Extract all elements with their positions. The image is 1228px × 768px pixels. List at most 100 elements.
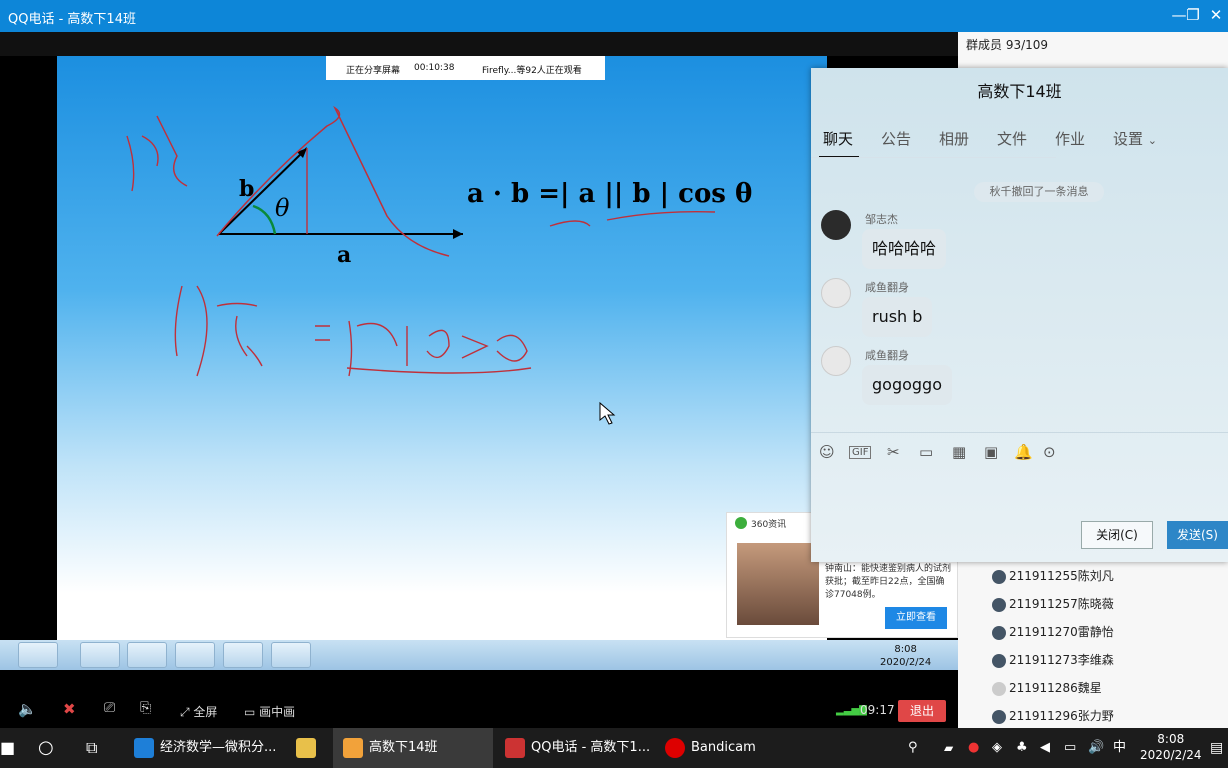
explorer-icon[interactable] xyxy=(296,728,322,768)
clock-time: 8:08 xyxy=(1157,732,1185,746)
member-item[interactable]: 211911286魏星 xyxy=(992,679,1102,696)
clock-date: 2020/2/24 xyxy=(1140,748,1202,762)
member-name: 211911286魏星 xyxy=(1009,681,1102,695)
system-message: 秋千撤回了一条消息 xyxy=(974,182,1104,202)
news-logo-icon xyxy=(735,517,747,529)
tab-divider xyxy=(811,157,1056,158)
start-icon[interactable]: ■ xyxy=(0,728,15,768)
tab-files[interactable]: 文件 xyxy=(997,128,1027,149)
more-icon[interactable]: ⊙ xyxy=(1043,443,1056,461)
tab-settings-label: 设置 xyxy=(1113,130,1144,148)
remote-app-icon xyxy=(271,642,311,668)
speaker-icon[interactable]: 🔈 xyxy=(18,700,37,718)
gif-icon[interactable]: GIF xyxy=(849,446,872,459)
share-timer: 00:10:38 xyxy=(414,63,455,73)
search-icon[interactable]: ○ xyxy=(38,728,54,768)
member-item[interactable]: 211911273李维森 xyxy=(992,651,1114,668)
member-name: 211911257陈晓薇 xyxy=(1009,597,1114,611)
quit-button[interactable]: 退出 xyxy=(898,700,946,722)
chat-title: 高数下14班 xyxy=(977,82,1062,101)
avatar[interactable] xyxy=(821,346,851,376)
svg-text:a: a xyxy=(337,242,351,268)
close-button[interactable]: 关闭(C) xyxy=(1081,521,1153,549)
taskbar-item-edge[interactable]: 经济数学—微积分... xyxy=(134,728,276,768)
tray-shield-icon[interactable]: ◈ xyxy=(992,728,1002,768)
fullscreen-button[interactable]: ⤢ 全屏 xyxy=(180,703,217,720)
image-icon[interactable]: ▣ xyxy=(984,443,998,461)
send-button[interactable]: 发送(S) xyxy=(1167,521,1228,549)
people-icon[interactable]: ⚲ xyxy=(908,728,918,768)
chevron-down-icon: ⌄ xyxy=(1147,134,1158,147)
remote-app-icon xyxy=(127,642,167,668)
news-text: 钟南山：能快速鉴别病人的试剂获批；截至昨日22点，全国确诊77048例。 xyxy=(825,564,952,600)
emoji-icon[interactable]: ☺ xyxy=(819,443,835,461)
taskbar-label: 高数下14班 xyxy=(369,740,438,755)
avatar[interactable] xyxy=(821,278,851,308)
remote-clock: 8:08 2020/2/24 xyxy=(880,643,931,669)
scissors-icon[interactable]: ✂ xyxy=(887,443,900,461)
tab-announcement[interactable]: 公告 xyxy=(881,128,911,149)
remote-app-icon xyxy=(18,642,58,668)
tray-record-icon[interactable]: ● xyxy=(968,728,979,768)
member-item[interactable]: 211911257陈晓薇 xyxy=(992,595,1114,612)
tab-chat[interactable]: 聊天 xyxy=(823,128,853,149)
volume-icon[interactable]: 🔊 xyxy=(1088,728,1104,768)
news-source: 360资讯 xyxy=(751,520,787,530)
message-bubble: rush b xyxy=(862,297,933,337)
avatar xyxy=(992,653,1006,668)
folder-icon[interactable]: ▭ xyxy=(919,443,933,461)
handwriting-drawing: θ b a a · b =| a || b | cos θ xyxy=(126,105,752,425)
taskbar-item-class[interactable]: 高数下14班 xyxy=(333,728,493,768)
member-item[interactable]: 211911296张力野 xyxy=(992,707,1114,724)
news-image xyxy=(737,543,819,625)
app-icon xyxy=(343,737,363,758)
taskbar-label: 经济数学—微积分... xyxy=(160,740,277,755)
screen-top-strip xyxy=(0,32,958,56)
sticker-icon[interactable]: ▦ xyxy=(952,443,966,461)
bell-icon[interactable]: 🔔 xyxy=(1014,443,1033,461)
avatar[interactable] xyxy=(821,210,851,240)
remote-app-icon xyxy=(223,642,263,668)
share-screen-icon[interactable]: ⎚ xyxy=(104,700,115,716)
avatar xyxy=(992,625,1006,640)
share-viewers: Firefly...等92人正在观看 xyxy=(482,66,582,76)
task-view-icon[interactable]: ⧉ xyxy=(86,728,97,768)
taskbar-item-qqcall[interactable]: QQ电话 - 高数下1... xyxy=(505,728,650,768)
whiteboard-icon[interactable]: ⎘ xyxy=(140,700,151,716)
avatar xyxy=(992,597,1006,612)
taskbar-item-bandicam[interactable]: Bandicam xyxy=(665,728,756,768)
tray-qq-icon[interactable]: ♣ xyxy=(1016,728,1028,768)
notification-icon[interactable]: ▤ xyxy=(1210,728,1223,768)
pip-button[interactable]: ▭ 画中画 xyxy=(244,703,295,720)
message-bubble: 哈哈哈哈 xyxy=(862,229,947,269)
whiteboard-slide: θ b a a · b =| a || b | cos θ xyxy=(57,56,827,640)
formula-text: a · b =| a || b | cos θ xyxy=(467,179,752,209)
tab-album[interactable]: 相册 xyxy=(939,128,969,149)
system-clock[interactable]: 8:08 2020/2/24 xyxy=(1140,731,1202,763)
member-name: 211911270雷静怡 xyxy=(1009,625,1114,639)
svg-text:θ: θ xyxy=(275,194,290,222)
tab-settings[interactable]: 设置 ⌄ xyxy=(1113,128,1157,149)
remote-app-icon xyxy=(175,642,215,668)
camera-off-icon[interactable]: ✖ xyxy=(63,700,76,718)
member-item[interactable]: 211911255陈刘凡 xyxy=(992,567,1114,584)
record-icon xyxy=(665,737,685,758)
svg-text:b: b xyxy=(239,176,254,202)
member-item[interactable]: 211911270雷静怡 xyxy=(992,623,1114,640)
close-icon[interactable]: ✕ xyxy=(1205,4,1227,26)
title-bar: QQ电话 - 高数下14班 — ❐ ✕ xyxy=(0,0,1228,32)
window-title: QQ电话 - 高数下14班 xyxy=(8,12,136,27)
ime-indicator[interactable]: 中 xyxy=(1113,728,1126,768)
group-chat-window: 高数下14班 聊天 公告 相册 文件 作业 设置 ⌄ 秋千撤回了一条消息 邹志杰… xyxy=(811,68,1228,562)
call-controls: 🔈 ✖ ⎚ ⎘ ⤢ 全屏 ▭ 画中画 ▂▃▅▇ 09:17 xyxy=(0,692,958,728)
tab-homework[interactable]: 作业 xyxy=(1055,128,1085,149)
tray-speaker-icon[interactable]: ◀ xyxy=(1040,728,1050,768)
news-view-button[interactable]: 立即查看 xyxy=(885,607,947,629)
member-count: 群成员 93/109 xyxy=(966,38,1049,52)
avatar xyxy=(992,681,1006,696)
network-icon[interactable]: ▭ xyxy=(1064,728,1076,768)
restore-icon[interactable]: ❐ xyxy=(1182,4,1204,26)
tray-nvidia-icon[interactable]: ▰ xyxy=(944,728,953,768)
taskbar-label: QQ电话 - 高数下1... xyxy=(531,740,651,755)
share-status-banner: 正在分享屏幕 00:10:38 Firefly...等92人正在观看 xyxy=(326,56,605,80)
